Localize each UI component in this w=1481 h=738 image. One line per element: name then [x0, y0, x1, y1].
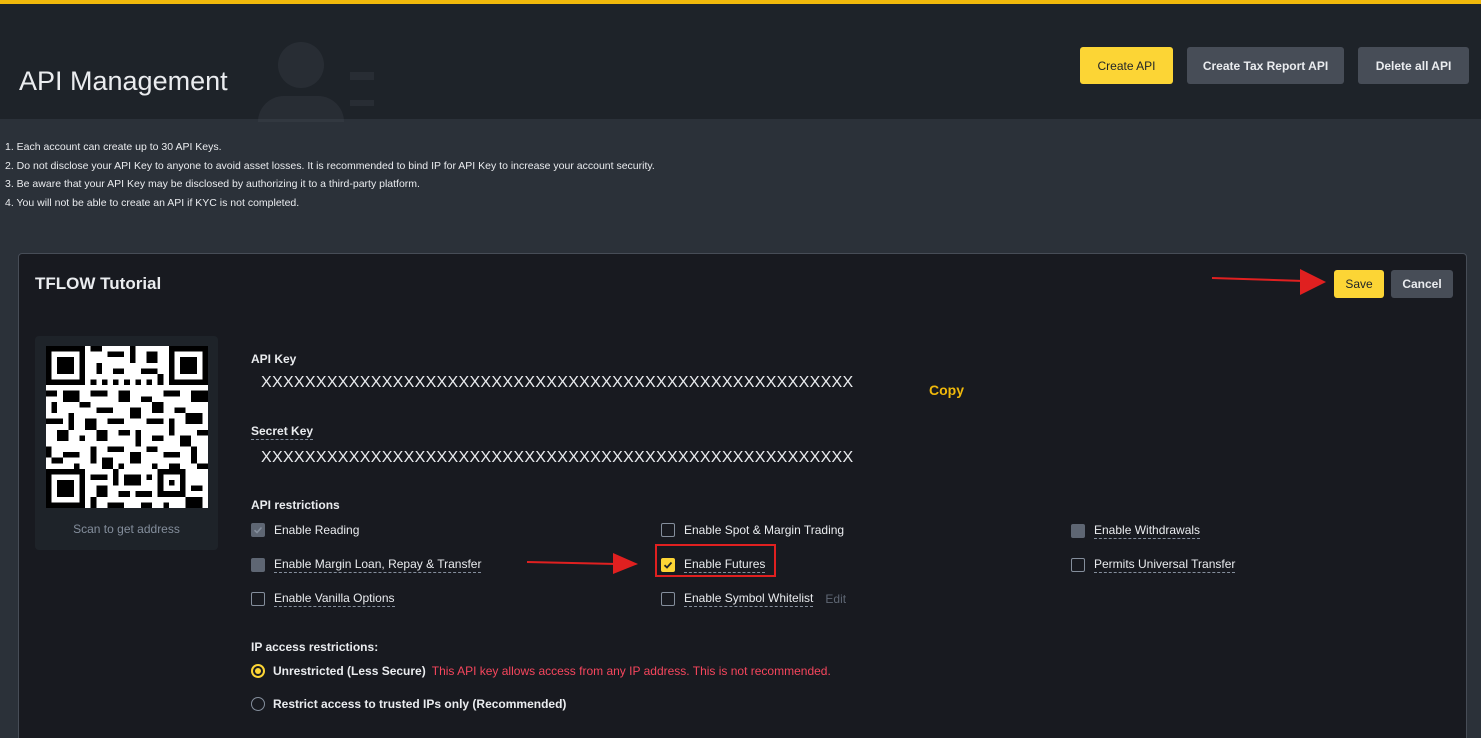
ip-unrestricted-radio[interactable] [251, 664, 265, 678]
enable-reading-checkbox [251, 523, 265, 537]
futures-highlight-box [655, 544, 776, 577]
enable-symbol-whitelist-option[interactable]: Enable Symbol Whitelist Edit [661, 591, 846, 607]
qr-caption: Scan to get address [73, 522, 180, 536]
symbol-whitelist-edit-link[interactable]: Edit [825, 592, 846, 606]
enable-spot-margin-option[interactable]: Enable Spot & Margin Trading [661, 523, 844, 537]
api-key-label: API Key [251, 352, 297, 366]
arrow-to-save-icon [1211, 269, 1326, 295]
note-4: 4. You will not be able to create an API… [5, 196, 300, 209]
create-api-button[interactable]: Create API [1080, 47, 1173, 84]
note-1: 1. Each account can create up to 30 API … [5, 141, 222, 153]
api-restrictions-label: API restrictions [251, 498, 340, 512]
api-key-value: XXXXXXXXXXXXXXXXXXXXXXXXXXXXXXXXXXXXXXXX… [261, 374, 854, 391]
enable-withdrawals-label[interactable]: Enable Withdrawals [1094, 523, 1201, 539]
secret-key-label: Secret Key [251, 424, 314, 440]
enable-withdrawals-checkbox[interactable] [1071, 524, 1085, 538]
api-notes: 1. Each account can create up to 30 API … [5, 138, 655, 212]
enable-reading-option: Enable Reading [251, 523, 359, 537]
qr-code-panel: Scan to get address [35, 336, 218, 550]
enable-reading-label: Enable Reading [274, 523, 360, 537]
api-key-card: TFLOW Tutorial Save Cancel Scan to get a… [18, 253, 1467, 738]
secret-key-value: XXXXXXXXXXXXXXXXXXXXXXXXXXXXXXXXXXXXXXXX… [261, 449, 854, 466]
arrow-to-futures-icon [526, 553, 638, 574]
enable-margin-loan-label[interactable]: Enable Margin Loan, Repay & Transfer [274, 557, 482, 573]
api-key-name: TFLOW Tutorial [35, 274, 162, 293]
enable-symbol-whitelist-checkbox[interactable] [661, 592, 675, 606]
enable-withdrawals-option[interactable]: Enable Withdrawals [1071, 523, 1201, 539]
enable-vanilla-options-checkbox[interactable] [251, 592, 265, 606]
ip-restricted-radio[interactable] [251, 697, 265, 711]
copy-api-key-link[interactable]: Copy [929, 382, 964, 398]
create-tax-report-api-button[interactable]: Create Tax Report API [1187, 47, 1344, 84]
delete-all-api-button[interactable]: Delete all API [1358, 47, 1469, 84]
page-title: API Management [19, 66, 228, 96]
ip-unrestricted-warning: This API key allows access from any IP a… [431, 664, 831, 678]
save-button[interactable]: Save [1334, 270, 1384, 298]
note-2: 2. Do not disclose your API Key to anyon… [5, 159, 655, 172]
universal-transfer-checkbox[interactable] [1071, 558, 1085, 572]
ip-restricted-option[interactable]: Restrict access to trusted IPs only (Rec… [251, 697, 566, 711]
ip-unrestricted-option[interactable]: Unrestricted (Less Secure) This API key … [251, 664, 831, 678]
universal-transfer-label[interactable]: Permits Universal Transfer [1094, 557, 1236, 573]
cancel-button[interactable]: Cancel [1391, 270, 1453, 298]
ip-restrictions-label: IP access restrictions: [251, 640, 379, 654]
enable-margin-loan-option[interactable]: Enable Margin Loan, Repay & Transfer [251, 557, 482, 573]
enable-vanilla-options-label[interactable]: Enable Vanilla Options [274, 591, 395, 607]
ip-restricted-label[interactable]: Restrict access to trusted IPs only (Rec… [273, 697, 566, 711]
ip-unrestricted-label[interactable]: Unrestricted (Less Secure) [273, 664, 426, 678]
universal-transfer-option[interactable]: Permits Universal Transfer [1071, 557, 1236, 573]
page-header: API Management Create API Create Tax Rep… [0, 4, 1481, 122]
qr-code-image [46, 346, 208, 508]
enable-margin-loan-checkbox[interactable] [251, 558, 265, 572]
enable-spot-margin-label[interactable]: Enable Spot & Margin Trading [684, 523, 844, 537]
note-3: 3. Be aware that your API Key may be dis… [5, 178, 420, 190]
watermark-logo [258, 42, 378, 122]
enable-spot-margin-checkbox[interactable] [661, 523, 675, 537]
enable-symbol-whitelist-label[interactable]: Enable Symbol Whitelist [684, 591, 814, 607]
enable-vanilla-options-option[interactable]: Enable Vanilla Options [251, 591, 395, 607]
